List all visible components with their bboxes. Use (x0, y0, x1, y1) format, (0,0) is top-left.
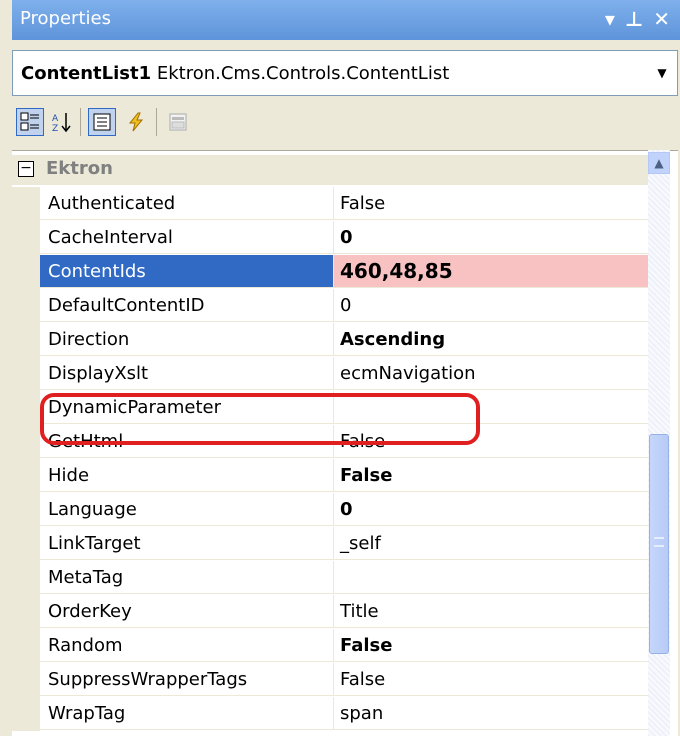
row-gutter (12, 289, 40, 323)
svg-text:A: A (52, 114, 59, 124)
property-name[interactable]: Random (40, 629, 334, 662)
property-value[interactable]: 0 (334, 221, 648, 254)
toolbar: A Z (12, 100, 678, 146)
row-gutter (12, 493, 40, 527)
row-gutter (12, 697, 40, 731)
properties-window: Properties ▾ ⊥ ✕ ContentList1 Ektron.Cms… (0, 0, 680, 736)
property-row[interactable]: DisplayXslt ecmNavigation (12, 357, 648, 391)
collapse-icon[interactable]: − (18, 161, 34, 177)
object-selector-text: ContentList1 Ektron.Cms.Controls.Content… (21, 63, 449, 84)
property-name[interactable]: DisplayXslt (40, 357, 334, 390)
property-name[interactable]: Authenticated (40, 187, 334, 220)
close-icon[interactable]: ✕ (653, 6, 670, 32)
property-name[interactable]: ContentIds (40, 255, 334, 288)
properties-icon[interactable] (88, 108, 116, 136)
property-rows: Authenticated False CacheInterval 0 ContentI… (12, 187, 648, 731)
property-value[interactable] (334, 391, 648, 424)
property-value[interactable]: 460,48,85 (334, 255, 648, 288)
window-title: Properties (20, 8, 111, 29)
property-name[interactable]: Hide (40, 459, 334, 492)
property-value[interactable]: Title (334, 595, 648, 628)
property-row[interactable]: SuppressWrapperTags False (12, 663, 648, 697)
row-gutter (12, 425, 40, 459)
row-gutter (12, 391, 40, 425)
row-gutter (12, 595, 40, 629)
vertical-scrollbar[interactable]: ▲ (648, 150, 670, 736)
property-row[interactable]: Direction Ascending (12, 323, 648, 357)
property-value[interactable]: False (334, 459, 648, 492)
property-value[interactable]: 0 (334, 289, 648, 322)
scroll-up-icon[interactable]: ▲ (648, 152, 670, 174)
row-gutter (12, 255, 40, 289)
property-row[interactable]: DefaultContentID 0 (12, 289, 648, 323)
property-row[interactable]: Authenticated False (12, 187, 648, 221)
property-row[interactable]: Language 0 (12, 493, 648, 527)
property-row[interactable]: DynamicParameter (12, 391, 648, 425)
property-name[interactable]: LinkTarget (40, 527, 334, 560)
property-name[interactable]: DefaultContentID (40, 289, 334, 322)
row-gutter (12, 561, 40, 595)
property-row[interactable]: CacheInterval 0 (12, 221, 648, 255)
property-row[interactable]: LinkTarget _self (12, 527, 648, 561)
row-gutter (12, 663, 40, 697)
scroll-thumb[interactable] (649, 434, 669, 654)
property-row[interactable]: OrderKey Title (12, 595, 648, 629)
row-gutter (12, 459, 40, 493)
property-name[interactable]: DynamicParameter (40, 391, 334, 424)
sort-az-icon[interactable]: A Z (48, 108, 76, 136)
category-label: Ektron (46, 158, 113, 179)
property-value[interactable]: _self (334, 527, 648, 560)
row-gutter (12, 323, 40, 357)
property-row[interactable]: GetHtml False (12, 425, 648, 459)
categorized-icon[interactable] (16, 108, 44, 136)
property-row[interactable]: MetaTag (12, 561, 648, 595)
object-type: Ektron.Cms.Controls.ContentList (156, 63, 450, 84)
property-row[interactable]: ContentIds 460,48,85 (12, 255, 648, 289)
property-value[interactable]: False (334, 425, 648, 458)
property-value[interactable]: False (334, 629, 648, 662)
title-buttons: ▾ ⊥ ✕ (605, 6, 670, 32)
property-value[interactable]: False (334, 187, 648, 220)
property-name[interactable]: Language (40, 493, 334, 526)
title-bar: Properties ▾ ⊥ ✕ (12, 0, 680, 40)
property-value[interactable] (334, 561, 648, 594)
lightning-icon[interactable] (122, 108, 150, 136)
row-gutter (12, 357, 40, 391)
svg-text:Z: Z (52, 124, 58, 133)
property-name[interactable]: MetaTag (40, 561, 334, 594)
property-row[interactable]: WrapTag span (12, 697, 648, 731)
row-gutter (12, 221, 40, 255)
property-pages-icon[interactable] (164, 108, 192, 136)
row-gutter (12, 187, 40, 221)
pin-icon[interactable]: ⊥ (625, 6, 643, 32)
object-name: ContentList1 (21, 63, 152, 84)
window-dropdown-icon[interactable]: ▾ (605, 6, 615, 32)
chevron-down-icon[interactable]: ▼ (653, 61, 671, 85)
property-row[interactable]: Hide False (12, 459, 648, 493)
property-value[interactable]: False (334, 663, 648, 696)
property-grid: − Ektron Authenticated False CacheInterval… (12, 150, 678, 736)
object-selector[interactable]: ContentList1 Ektron.Cms.Controls.Content… (12, 50, 678, 96)
property-name[interactable]: GetHtml (40, 425, 334, 458)
property-value[interactable]: Ascending (334, 323, 648, 356)
property-row[interactable]: Random False (12, 629, 648, 663)
property-value[interactable]: 0 (334, 493, 648, 526)
row-gutter (12, 527, 40, 561)
property-name[interactable]: Direction (40, 323, 334, 356)
property-name[interactable]: OrderKey (40, 595, 334, 628)
property-value[interactable]: ecmNavigation (334, 357, 648, 390)
property-value[interactable]: span (334, 697, 648, 730)
row-gutter (12, 629, 40, 663)
property-name[interactable]: CacheInterval (40, 221, 334, 254)
property-name[interactable]: SuppressWrapperTags (40, 663, 334, 696)
property-name[interactable]: WrapTag (40, 697, 334, 730)
category-ektron[interactable]: − Ektron (12, 155, 648, 185)
